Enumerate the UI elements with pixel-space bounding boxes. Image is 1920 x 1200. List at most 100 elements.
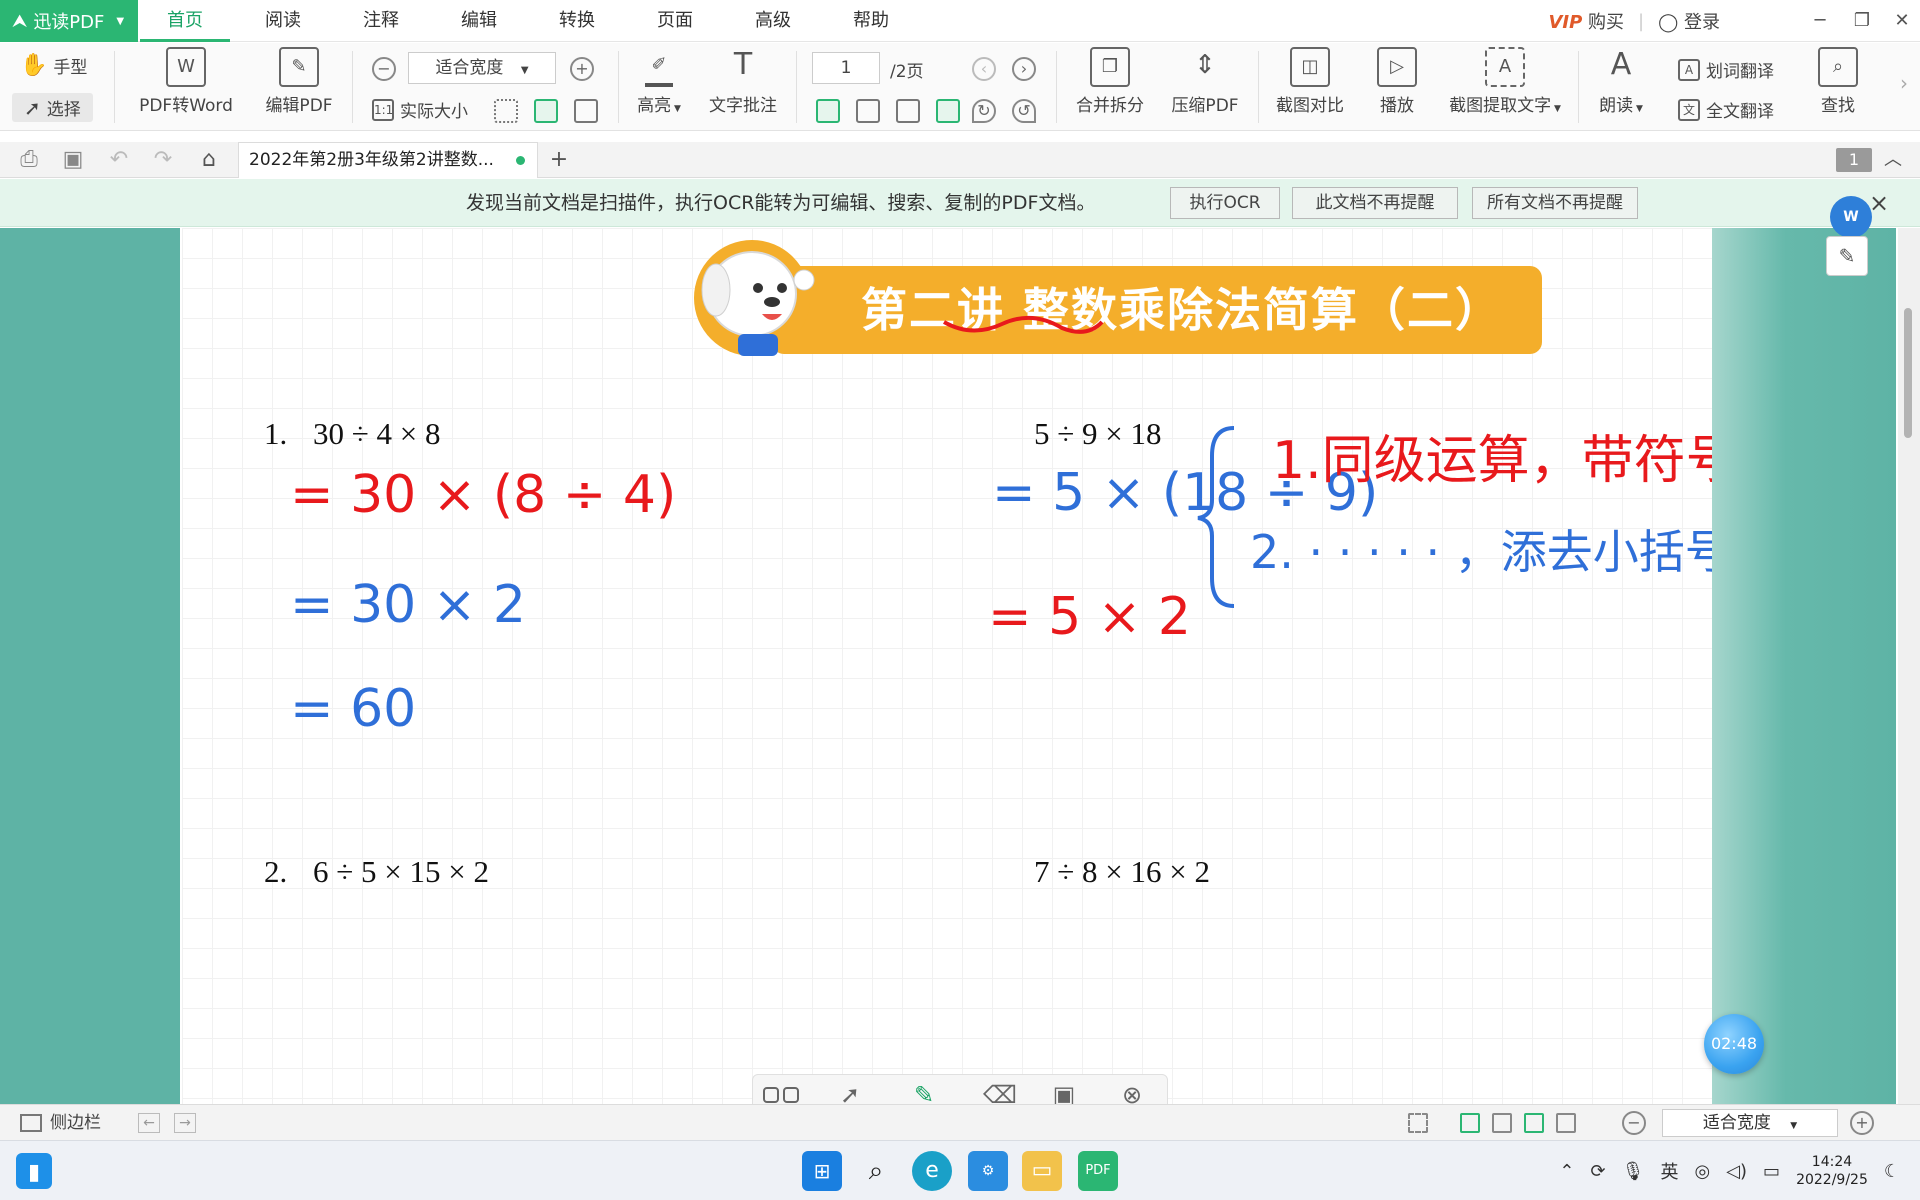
zoom-out-button[interactable]: − — [372, 57, 396, 81]
edit-pdf-button[interactable]: ✎ 编辑PDF — [256, 43, 342, 116]
actual-size-button[interactable]: 1:1 实际大小 — [372, 97, 468, 122]
zoom-in-button[interactable]: + — [570, 57, 594, 81]
volume-icon[interactable]: ◁) — [1726, 1161, 1747, 1182]
fit-text-icon[interactable] — [574, 99, 598, 123]
continuous-scroll-icon[interactable] — [936, 99, 960, 123]
menu-read[interactable]: 阅读 — [238, 0, 328, 42]
system-tray: ⌃ ⟳ 🎙 英 ◎ ◁) ▭ 14:24 2022/9/25 ☾ — [1559, 1141, 1900, 1200]
login-button[interactable]: ◯ 登录 — [1658, 8, 1720, 34]
new-tab-button[interactable]: + — [546, 148, 572, 172]
translate-icon: A — [1678, 58, 1700, 81]
dismiss-all-button[interactable]: 所有文档不再提醒 — [1472, 187, 1638, 219]
close-window-button[interactable]: ✕ — [1882, 0, 1920, 42]
sidebar-toggle-button[interactable]: 侧边栏 — [20, 1105, 101, 1141]
prev-page-button[interactable]: ‹ — [972, 57, 996, 81]
redo-icon[interactable]: ↷ — [150, 148, 176, 172]
menu-annotate[interactable]: 注释 — [336, 0, 426, 42]
double-view-icon[interactable] — [1492, 1113, 1512, 1133]
status-zoom-select[interactable]: 适合宽度 ▼ — [1662, 1109, 1838, 1137]
menu-home[interactable]: 首页 — [140, 0, 230, 42]
collapse-ribbon-icon[interactable]: ︿ — [1880, 148, 1906, 172]
home-icon[interactable]: ⌂ — [196, 148, 222, 172]
continuous-double-view-icon[interactable] — [1556, 1113, 1576, 1133]
pdf-to-word-button[interactable]: W PDF转Word — [130, 43, 242, 116]
menu-convert[interactable]: 转换 — [532, 0, 622, 42]
status-zoom-in-button[interactable]: + — [1850, 1111, 1874, 1135]
document-viewport[interactable]: 第二讲 整数乘除法简算（二） 1. 30 ÷ 4 × 8 5 ÷ 9 × 18 … — [0, 228, 1920, 1104]
pen-tool-icon[interactable]: ✎ — [1826, 236, 1868, 276]
battery-icon[interactable]: ▭ — [1763, 1161, 1780, 1182]
page-number-input[interactable]: 1 — [812, 52, 880, 84]
pdf-page[interactable]: 第二讲 整数乘除法简算（二） 1. 30 ÷ 4 × 8 5 ÷ 9 × 18 … — [182, 228, 1764, 1104]
single-page-icon[interactable] — [816, 99, 840, 123]
grid-page-icon[interactable] — [896, 99, 920, 123]
close-icon[interactable]: × — [1866, 190, 1892, 216]
run-ocr-button[interactable]: 执行OCR — [1170, 187, 1280, 219]
windows-start-icon[interactable]: ⊞ — [802, 1151, 842, 1191]
rotate-right-icon[interactable]: ↻ — [972, 99, 996, 123]
merge-split-button[interactable]: ❐ 合并拆分 — [1068, 43, 1152, 116]
find-button[interactable]: ⌕ 查找 — [1810, 43, 1866, 116]
search-icon[interactable]: ⌕ — [856, 1151, 896, 1191]
rotate-left-icon[interactable]: ↺ — [1012, 99, 1036, 123]
hw-rule-1: 1.同级运算，带符号搬家 — [1272, 431, 1712, 491]
chevron-up-icon[interactable]: ⌃ — [1559, 1161, 1574, 1182]
clock[interactable]: 14:24 2022/9/25 — [1796, 1153, 1868, 1189]
edge-browser-icon[interactable]: e — [912, 1151, 952, 1191]
purchase-button[interactable]: VIP 购买 — [1548, 8, 1624, 34]
single-view-icon[interactable] — [1460, 1113, 1480, 1133]
timer-badge[interactable]: 02:48 — [1704, 1014, 1764, 1074]
focus-moon-icon[interactable]: ☾ — [1884, 1161, 1900, 1182]
full-translate-button[interactable]: 文 全文翻译 — [1678, 97, 1774, 122]
widgets-icon[interactable]: ▮ — [16, 1153, 52, 1189]
screenshot-compare-button[interactable]: ◫ 截图对比 — [1268, 43, 1352, 116]
menu-page[interactable]: 页面 — [630, 0, 720, 42]
ocr-screenshot-button[interactable]: A 截图提取文字 ▼ — [1440, 43, 1570, 116]
problem-1: 1. 30 ÷ 4 × 8 — [264, 416, 441, 452]
highlight-button[interactable]: ✐ 高亮 ▼ — [628, 43, 690, 116]
fit-width-icon[interactable] — [534, 99, 558, 123]
menu-edit[interactable]: 编辑 — [434, 0, 524, 42]
fit-page-icon[interactable] — [494, 99, 518, 123]
next-page-button[interactable]: › — [1012, 57, 1036, 81]
menu-advanced[interactable]: 高级 — [728, 0, 818, 42]
vertical-scrollbar[interactable] — [1898, 228, 1920, 1104]
word-translate-button[interactable]: A 划词翻译 — [1678, 57, 1774, 82]
read-aloud-button[interactable]: A 朗读 ▼ — [1586, 43, 1656, 116]
play-button[interactable]: ▷ 播放 — [1366, 43, 1428, 116]
select-tool-button[interactable]: ➚ 选择 — [12, 93, 93, 122]
app-logo-button[interactable]: ⮝ 迅读PDF ▼ — [0, 0, 138, 42]
menu-help[interactable]: 帮助 — [826, 0, 916, 42]
status-zoom-out-button[interactable]: − — [1622, 1111, 1646, 1135]
print-icon[interactable]: ⎙ — [16, 148, 42, 172]
zoom-mode-select[interactable]: 适合宽度 ▼ — [408, 52, 556, 84]
compress-pdf-button[interactable]: ⇕ 压缩PDF — [1160, 43, 1250, 116]
night-mode-icon[interactable] — [1408, 1113, 1428, 1133]
network-icon[interactable]: ◎ — [1694, 1161, 1710, 1182]
microphone-icon[interactable]: 🎙 — [1622, 1161, 1645, 1182]
minimize-button[interactable]: ─ — [1800, 0, 1840, 42]
divider — [114, 51, 115, 123]
sync-icon[interactable]: ⟳ — [1591, 1161, 1606, 1182]
save-icon[interactable]: ▣ — [60, 148, 86, 172]
control-panel-icon[interactable]: ⚙ — [968, 1151, 1008, 1191]
nav-forward-icon[interactable]: → — [174, 1113, 196, 1133]
dismiss-doc-button[interactable]: 此文档不再提醒 — [1292, 187, 1458, 219]
two-page-icon[interactable] — [856, 99, 880, 123]
ime-indicator[interactable]: 英 — [1660, 1158, 1678, 1184]
undo-icon[interactable]: ↶ — [106, 148, 132, 172]
ribbon-scroll-right-icon[interactable]: › — [1900, 71, 1908, 95]
restore-button[interactable]: ❐ — [1842, 0, 1882, 42]
text-note-button[interactable]: T 文字批注 — [700, 43, 786, 116]
divider — [1056, 51, 1057, 123]
nav-back-icon[interactable]: ← — [138, 1113, 160, 1133]
ocr-icon: A — [1485, 47, 1525, 87]
scroll-thumb[interactable] — [1904, 308, 1912, 438]
pdf-reader-taskbar-icon[interactable]: PDF — [1078, 1151, 1118, 1191]
continuous-view-icon[interactable] — [1524, 1113, 1544, 1133]
document-tab[interactable]: 2022年第2册3年级第2讲整数... — [238, 142, 538, 178]
hand-tool-button[interactable]: ✋ 手型 — [20, 53, 87, 78]
file-explorer-icon[interactable]: ▭ — [1022, 1151, 1062, 1191]
handwriting-layer: = 30 × (8 ÷ 4) = 30 × 2 = 60 = 5 × (18 ÷… — [290, 315, 1712, 739]
pdf-logo-icon: ⮝ — [12, 10, 28, 32]
